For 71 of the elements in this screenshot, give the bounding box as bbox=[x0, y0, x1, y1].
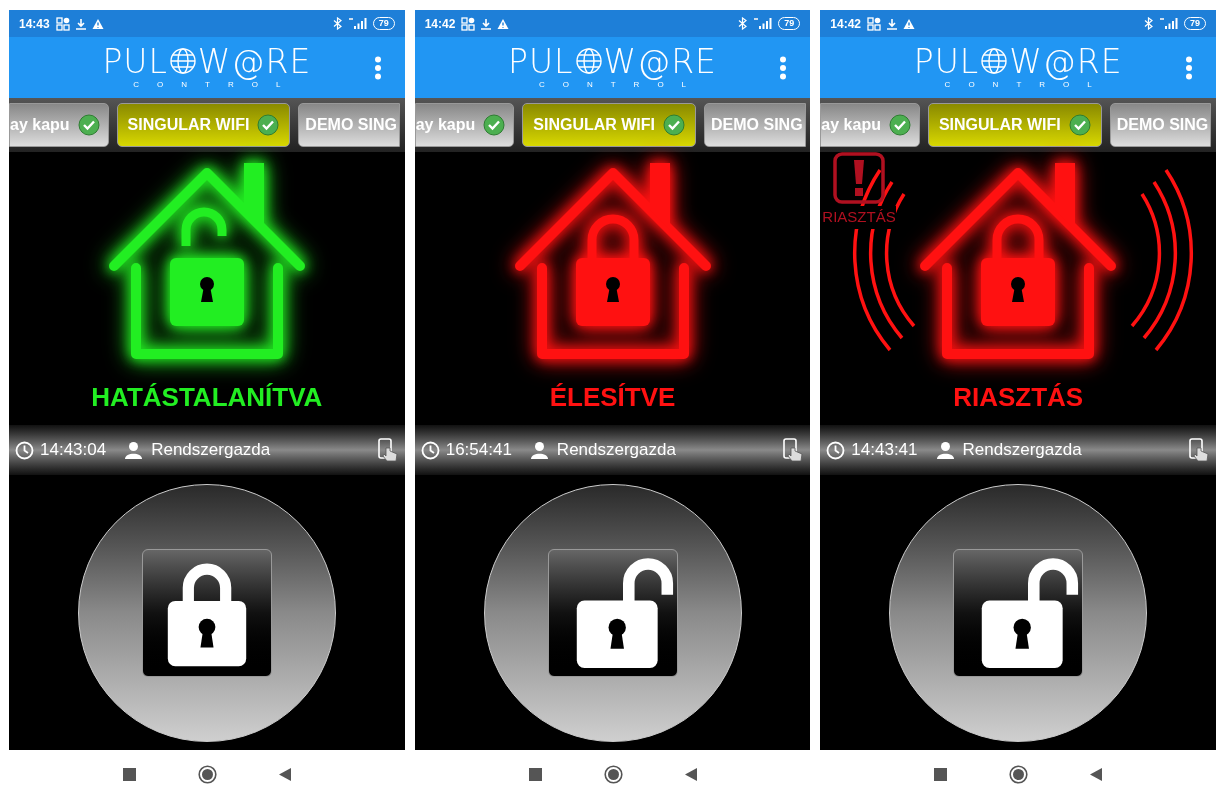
warning-icon bbox=[903, 17, 916, 30]
download-icon bbox=[480, 17, 493, 30]
user-name: Rendszergazda bbox=[962, 439, 1082, 462]
user-name: Rendszergazda bbox=[151, 439, 271, 462]
clock-icon bbox=[15, 440, 34, 460]
logo-text: W@RE bbox=[603, 44, 717, 78]
clock-time: 14:43 bbox=[19, 15, 50, 33]
globe-icon bbox=[574, 47, 603, 75]
alert-icon bbox=[833, 152, 885, 204]
download-icon bbox=[886, 17, 899, 30]
touch-phone-icon bbox=[376, 438, 399, 462]
logo-text: PUL bbox=[102, 44, 168, 78]
app-grid-icon bbox=[55, 16, 70, 31]
logo-text: W@RE bbox=[197, 44, 312, 78]
logo-subtitle: CONTROL bbox=[133, 79, 299, 91]
home-icon bbox=[197, 765, 217, 784]
user-icon bbox=[529, 440, 549, 460]
device-tab[interactable]: SINGULAR WIFI bbox=[522, 103, 697, 147]
logo-subtitle: CONTROL bbox=[538, 79, 705, 91]
bluetooth-icon bbox=[738, 17, 748, 30]
back-icon bbox=[684, 768, 697, 781]
status-text: ÉLESÍTVE bbox=[549, 384, 676, 410]
device-tab[interactable]: DEMO SING bbox=[704, 103, 806, 147]
globe-icon bbox=[980, 47, 1009, 75]
logo-text: PUL bbox=[913, 44, 980, 78]
device-tab[interactable]: ay kapu bbox=[9, 103, 109, 147]
logo-text: W@RE bbox=[1009, 44, 1123, 78]
signal-icon bbox=[348, 17, 367, 30]
clock-time: 14:42 bbox=[830, 15, 862, 33]
back-icon bbox=[1090, 768, 1103, 781]
clock-icon bbox=[420, 440, 440, 460]
recent-apps-icon bbox=[528, 768, 542, 781]
touch-phone-icon bbox=[1188, 438, 1210, 462]
device-tab[interactable]: DEMO SING bbox=[298, 103, 400, 147]
home-icon bbox=[603, 765, 623, 784]
status-text: RIASZTÁS bbox=[953, 384, 1084, 410]
clock-icon bbox=[826, 440, 846, 460]
logo-text: PUL bbox=[508, 44, 574, 78]
touch-phone-icon bbox=[782, 438, 805, 462]
device-tab[interactable]: SINGULAR WIFI bbox=[116, 103, 291, 147]
warning-icon bbox=[497, 17, 510, 30]
clock-time: 14:42 bbox=[424, 15, 456, 33]
globe-icon bbox=[168, 47, 197, 75]
device-tab[interactable]: SINGULAR WIFI bbox=[927, 103, 1102, 147]
bluetooth-icon bbox=[332, 17, 342, 30]
event-time: 14:43:41 bbox=[851, 439, 918, 462]
recent-apps-icon bbox=[122, 768, 136, 781]
alarm-label: RIASZTÁS bbox=[822, 206, 896, 229]
back-icon bbox=[278, 768, 291, 781]
device-tab[interactable]: ay kapu bbox=[414, 103, 515, 147]
home-icon bbox=[1009, 765, 1029, 784]
user-icon bbox=[124, 440, 144, 460]
status-text: HATÁSTALANÍTVA bbox=[91, 384, 323, 410]
app-grid-icon bbox=[867, 16, 882, 31]
device-tab[interactable]: ay kapu bbox=[820, 103, 920, 147]
event-time: 16:54:41 bbox=[445, 439, 512, 462]
more-menu-icon bbox=[779, 56, 788, 80]
recent-apps-icon bbox=[934, 768, 948, 781]
more-menu-icon bbox=[1185, 56, 1193, 80]
app-grid-icon bbox=[461, 16, 476, 31]
download-icon bbox=[74, 17, 87, 30]
signal-icon bbox=[754, 17, 773, 30]
warning-icon bbox=[91, 17, 104, 30]
user-icon bbox=[935, 440, 955, 460]
more-menu-icon bbox=[373, 56, 382, 80]
bluetooth-icon bbox=[1144, 17, 1153, 30]
signal-icon bbox=[1160, 17, 1178, 30]
logo-subtitle: CONTROL bbox=[944, 79, 1110, 91]
user-name: Rendszergazda bbox=[556, 439, 676, 462]
device-tab[interactable]: DEMO SING bbox=[1109, 103, 1212, 147]
event-time: 14:43:04 bbox=[40, 439, 107, 462]
